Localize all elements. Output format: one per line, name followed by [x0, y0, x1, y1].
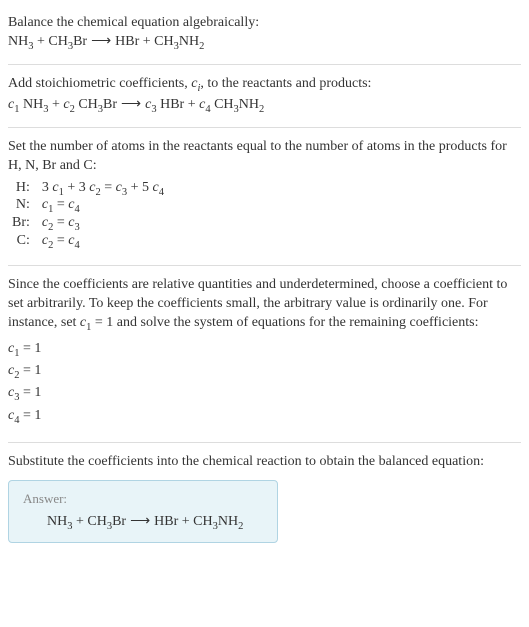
atom-balance-table: H: 3 c1 + 3 c2 = c3 + 5 c4 N: c1 = c4 Br… [8, 180, 168, 251]
table-row: H: 3 c1 + 3 c2 = c3 + 5 c4 [8, 180, 168, 198]
element-equation: c2 = c4 [38, 233, 168, 251]
atom-balance-text: Set the number of atoms in the reactants… [8, 138, 521, 176]
element-label: C: [8, 233, 38, 251]
answer-text: Substitute the coefficients into the che… [8, 453, 521, 472]
divider [8, 442, 521, 443]
answer-equation: NH3 + CH3Br⟶HBr + CH3NH2 [23, 513, 263, 532]
section-coefficients: Add stoichiometric coefficients, ci, to … [8, 69, 521, 123]
answer-box: Answer: NH3 + CH3Br⟶HBr + CH3NH2 [8, 480, 278, 543]
divider [8, 265, 521, 266]
table-row: Br: c2 = c3 [8, 215, 168, 233]
coefficient-value: c3 = 1 [8, 383, 521, 405]
divider [8, 64, 521, 65]
answer-label: Answer: [23, 491, 263, 507]
element-label: N: [8, 197, 38, 215]
element-equation: c2 = c3 [38, 215, 168, 233]
table-row: C: c2 = c4 [8, 233, 168, 251]
coeff-equation: c1 NH3 + c2 CH3Br⟶c3 HBr + c4 CH3NH2 [8, 96, 521, 117]
coefficient-value: c4 = 1 [8, 406, 521, 428]
element-label: Br: [8, 215, 38, 233]
element-equation: c1 = c4 [38, 197, 168, 215]
intro-equation: NH3 + CH3Br⟶HBr + CH3NH2 [8, 33, 521, 54]
element-equation: 3 c1 + 3 c2 = c3 + 5 c4 [38, 180, 168, 198]
coefficient-value: c2 = 1 [8, 361, 521, 383]
coeff-text: Add stoichiometric coefficients, ci, to … [8, 75, 521, 96]
section-balance-intro: Balance the chemical equation algebraica… [8, 8, 521, 60]
table-row: N: c1 = c4 [8, 197, 168, 215]
coefficient-value: c1 = 1 [8, 339, 521, 361]
element-label: H: [8, 180, 38, 198]
intro-text: Balance the chemical equation algebraica… [8, 14, 521, 33]
section-solve: Since the coefficients are relative quan… [8, 270, 521, 439]
section-atom-balance: Set the number of atoms in the reactants… [8, 132, 521, 261]
coefficient-list: c1 = 1 c2 = 1 c3 = 1 c4 = 1 [8, 339, 521, 429]
solve-text: Since the coefficients are relative quan… [8, 276, 521, 335]
section-answer: Substitute the coefficients into the che… [8, 447, 521, 549]
divider [8, 127, 521, 128]
